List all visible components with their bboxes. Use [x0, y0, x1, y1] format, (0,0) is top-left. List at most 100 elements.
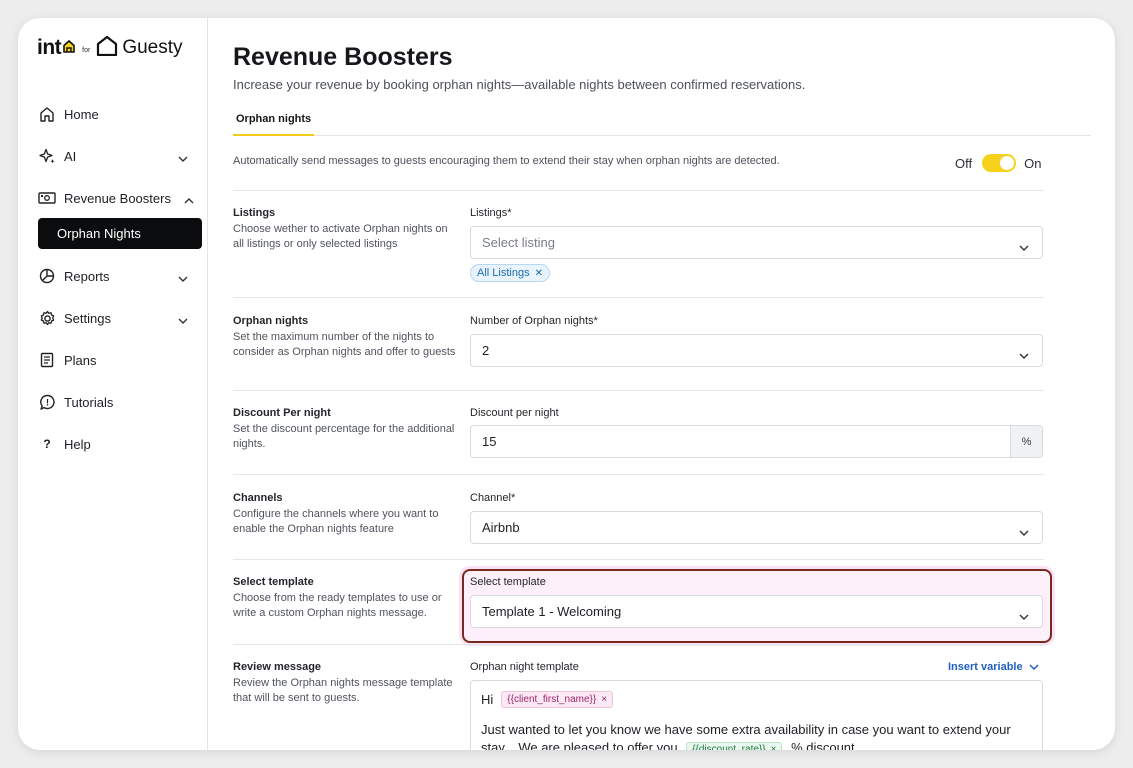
percent-suffix: % — [1010, 426, 1042, 457]
sidebar-item-home[interactable]: Home — [38, 100, 188, 128]
chevron-down-icon — [1019, 347, 1029, 362]
section-title: Listings — [233, 207, 276, 219]
tab-orphan-nights[interactable]: Orphan nights — [233, 111, 315, 136]
sidebar-item-label: Plans — [64, 352, 97, 368]
toggle-on-label: On — [1024, 155, 1042, 171]
chevron-down-icon — [178, 150, 188, 165]
home-icon — [38, 105, 56, 123]
into-logo-text: int — [37, 36, 62, 59]
variable-label: {{client_first_name}} — [507, 693, 597, 705]
message-editor[interactable]: Hi {{client_first_name}} × Just wanted t… — [470, 680, 1043, 750]
select-value: 2 — [482, 343, 490, 358]
sidebar-item-ai[interactable]: AI — [38, 142, 188, 170]
template-section-label: Select template Choose from the ready te… — [233, 576, 458, 621]
section-title: Channels — [233, 492, 283, 504]
gear-icon — [38, 309, 56, 327]
chevron-down-icon — [178, 270, 188, 285]
message-greeting-line: Hi {{client_first_name}} × — [481, 689, 1032, 709]
toggle-off-label: Off — [955, 155, 973, 171]
sidebar-subitem-orphan-nights[interactable]: Orphan Nights — [38, 218, 202, 249]
section-description: Set the maximum number of the nights to … — [233, 331, 456, 358]
discount-section-label: Discount Per night Set the discount perc… — [233, 407, 458, 452]
svg-text:!: ! — [46, 397, 49, 407]
listings-section-label: Listings Choose wether to activate Orpha… — [233, 207, 458, 252]
brand-logo[interactable]: int for Guesty — [37, 35, 183, 61]
select-value: Airbnb — [482, 520, 520, 535]
question-icon: ? — [43, 437, 51, 451]
chip-remove-icon[interactable]: × — [771, 741, 777, 750]
chip-remove-icon[interactable]: × — [601, 694, 607, 705]
variable-label: {{discount_rate}} — [692, 744, 766, 750]
template-field-label: Select template — [470, 576, 546, 588]
page-subtitle: Increase your revenue by booking orphan … — [233, 77, 806, 92]
section-description: Configure the channels where you want to… — [233, 508, 439, 535]
section-title: Orphan nights — [233, 315, 309, 327]
auto-send-toggle-group: Off On — [955, 154, 1041, 172]
sidebar-item-label: Settings — [64, 310, 111, 326]
section-description: Set the discount percentage for the addi… — [233, 423, 455, 450]
sidebar-item-settings[interactable]: Settings — [38, 304, 188, 332]
sidebar-item-revenue-boosters[interactable]: Revenue Boosters — [38, 184, 194, 212]
variable-chip: {{discount_rate}} × — [686, 741, 783, 750]
template-message-label: Orphan night template — [470, 661, 579, 673]
sidebar-item-label: Reports — [64, 268, 110, 284]
main-content: Revenue Boosters Increase your revenue b… — [208, 18, 1115, 750]
chevron-down-icon — [1029, 661, 1039, 673]
template-select[interactable]: Template 1 - Welcoming — [470, 595, 1043, 628]
money-icon — [38, 189, 56, 207]
house-logo-icon — [62, 39, 76, 58]
divider — [233, 297, 1044, 298]
message-body-end: % discount — [791, 740, 855, 750]
insert-variable-label: Insert variable — [948, 661, 1023, 673]
sidebar-item-help[interactable]: ? Help — [38, 430, 188, 458]
divider — [233, 190, 1044, 191]
section-title: Review message — [233, 661, 322, 673]
orphan-nights-select[interactable]: 2 — [470, 334, 1043, 367]
discount-value[interactable]: 15 — [471, 426, 1010, 457]
orphan-nights-section-label: Orphan nights Set the maximum number of … — [233, 315, 458, 360]
divider — [233, 559, 1044, 560]
select-placeholder: Select listing — [482, 235, 555, 250]
review-section-label: Review message Review the Orphan nights … — [233, 661, 458, 706]
discount-field-label: Discount per night — [470, 407, 559, 419]
chevron-down-icon — [1019, 524, 1029, 539]
select-value: Template 1 - Welcoming — [482, 604, 622, 619]
chevron-down-icon — [178, 312, 188, 327]
clipboard-icon — [38, 351, 56, 369]
sidebar-item-tutorials[interactable]: ! Tutorials — [38, 388, 188, 416]
section-description: Review the Orphan nights message templat… — [233, 677, 453, 704]
guesty-text: Guesty — [122, 37, 183, 58]
orphan-nights-field-label: Number of Orphan nights* — [470, 315, 598, 327]
auto-send-description: Automatically send messages to guests en… — [233, 155, 780, 167]
channels-section-label: Channels Configure the channels where yo… — [233, 492, 458, 537]
guesty-house-icon — [96, 35, 118, 61]
sparkle-icon — [38, 147, 56, 165]
channel-select[interactable]: Airbnb — [470, 511, 1043, 544]
section-title: Select template — [233, 576, 314, 588]
app-window: int for Guesty Home AI Revenue Boosters … — [18, 18, 1115, 750]
sidebar-item-label: Tutorials — [64, 394, 114, 410]
divider — [233, 390, 1044, 391]
channel-field-label: Channel* — [470, 492, 516, 504]
chevron-up-icon — [184, 192, 194, 207]
sidebar-item-plans[interactable]: Plans — [38, 346, 188, 374]
divider — [233, 644, 1044, 645]
pie-chart-icon — [38, 267, 56, 285]
sidebar-item-label: Revenue Boosters — [64, 190, 171, 206]
section-description: Choose wether to activate Orphan nights … — [233, 223, 448, 250]
for-text: for — [82, 46, 91, 54]
page-title: Revenue Boosters — [233, 43, 453, 71]
sidebar-item-reports[interactable]: Reports — [38, 262, 188, 290]
message-body: Just wanted to let you know we have some… — [481, 721, 1032, 750]
help-chat-icon: ! — [38, 393, 56, 411]
chip-label: All Listings — [477, 267, 530, 279]
greeting-text: Hi — [481, 691, 494, 707]
sidebar: int for Guesty Home AI Revenue Boosters … — [18, 18, 208, 750]
insert-variable-button[interactable]: Insert variable — [948, 661, 1039, 673]
divider — [233, 474, 1044, 475]
discount-input[interactable]: 15 % — [470, 425, 1043, 458]
auto-send-toggle[interactable] — [982, 154, 1017, 172]
listings-select[interactable]: Select listing — [470, 226, 1043, 259]
sidebar-item-label: AI — [64, 148, 77, 164]
chip-remove-icon[interactable]: ✕ — [535, 268, 543, 279]
